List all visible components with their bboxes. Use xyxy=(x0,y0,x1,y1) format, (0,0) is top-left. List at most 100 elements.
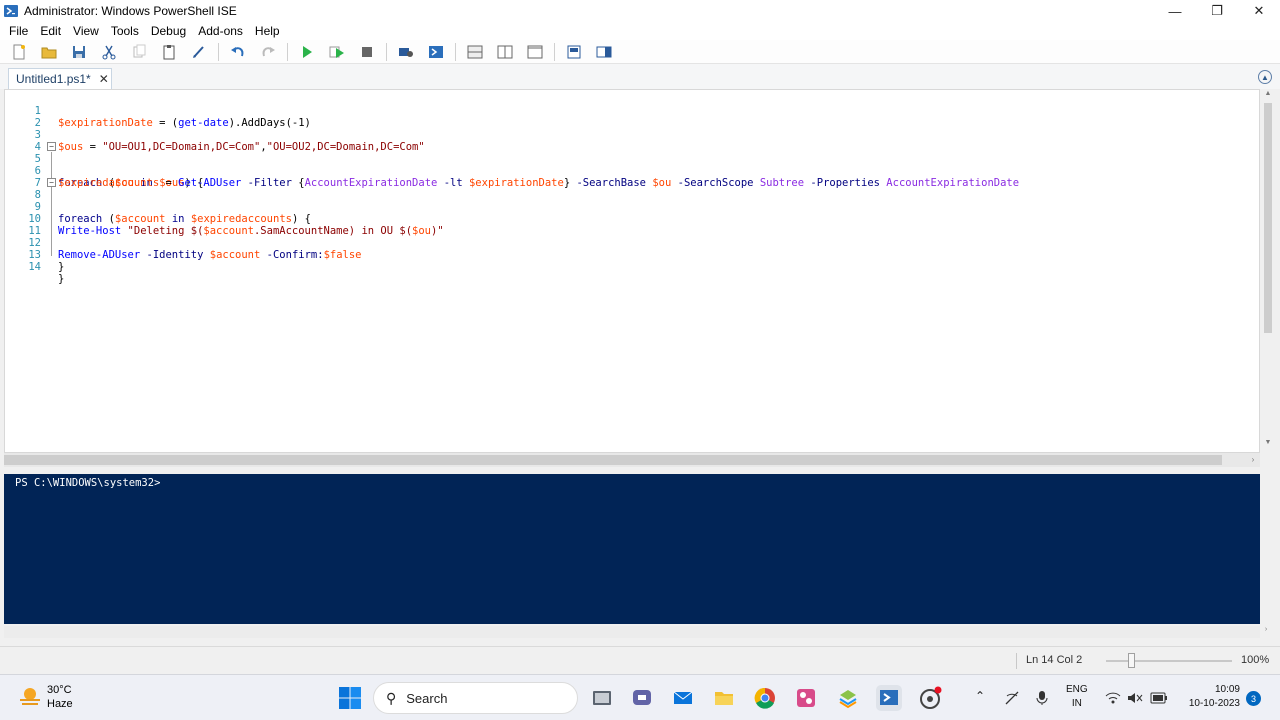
layout-max-icon[interactable] xyxy=(524,42,546,62)
region-code: IN xyxy=(1071,698,1082,709)
menu-tools[interactable]: Tools xyxy=(105,24,145,38)
new-file-icon[interactable] xyxy=(8,42,30,62)
task-view-icon[interactable] xyxy=(589,685,615,711)
undo-icon[interactable] xyxy=(227,42,249,62)
tab-label: Untitled1.ps1* xyxy=(16,72,91,86)
windows-start-icon[interactable] xyxy=(338,686,362,710)
scroll-up-icon[interactable]: ▲ xyxy=(1261,90,1275,102)
clear-icon[interactable] xyxy=(188,42,210,62)
editor-horizontal-scrollbar[interactable]: › xyxy=(4,453,1260,467)
code-line: 8 − foreach ($account in $expiredaccount… xyxy=(5,177,1259,225)
toolbar-separator xyxy=(287,42,288,61)
collapse-region-icon[interactable]: − xyxy=(47,142,56,151)
zoom-slider-thumb[interactable] xyxy=(1127,653,1135,668)
system-clock[interactable]: 10:09 10-10-2023 xyxy=(1180,683,1240,711)
close-button[interactable]: ✕ xyxy=(1238,0,1280,22)
menu-bar: File Edit View Tools Debug Add-ons Help xyxy=(0,22,1280,40)
code-line: 1 $expirationDate = (get-date).AddDays(-… xyxy=(5,93,1259,129)
weather-condition: Haze xyxy=(47,698,73,710)
toolbar-separator xyxy=(455,42,456,61)
run-script-icon[interactable] xyxy=(296,42,318,62)
paste-icon[interactable] xyxy=(158,42,180,62)
toolbar-separator xyxy=(554,42,555,61)
line-number: 14 xyxy=(28,261,41,273)
window-title: Administrator: Windows PowerShell ISE xyxy=(24,4,237,18)
code-line: 5 − foreach ($ou in $ous) { xyxy=(5,141,1259,189)
console-vertical-scrollbar[interactable] xyxy=(1261,474,1275,624)
tab-close-icon[interactable]: ✕ xyxy=(99,72,109,86)
scroll-right-icon[interactable]: › xyxy=(1260,626,1272,638)
show-commands-icon[interactable] xyxy=(593,42,615,62)
layout-right-icon[interactable] xyxy=(494,42,516,62)
stop-icon[interactable] xyxy=(356,42,378,62)
menu-edit[interactable]: Edit xyxy=(34,24,67,38)
code-line: 6 $expiredaccounts = Get-ADUser -Filter … xyxy=(5,153,1259,189)
bluestacks-icon[interactable] xyxy=(835,685,861,711)
code-line: 11 xyxy=(5,213,1259,237)
code-line: 3 $ous = "OU=OU1,DC=Domain,DC=Com","OU=O… xyxy=(5,117,1259,153)
mail-icon[interactable] xyxy=(670,685,696,711)
chevron-up-icon[interactable]: ▲ xyxy=(1258,70,1272,84)
console-horizontal-scrollbar[interactable]: › xyxy=(4,626,1267,638)
scroll-down-icon[interactable]: ▼ xyxy=(1261,439,1275,451)
code-line: 4 xyxy=(5,129,1259,153)
code-line: 7 xyxy=(5,165,1259,189)
layout-top-icon[interactable] xyxy=(464,42,486,62)
maximize-button[interactable]: ❐ xyxy=(1196,0,1238,22)
run-selection-icon[interactable] xyxy=(326,42,348,62)
menu-add-ons[interactable]: Add-ons xyxy=(192,24,249,38)
menu-help[interactable]: Help xyxy=(249,24,286,38)
menu-file[interactable]: File xyxy=(3,24,34,38)
redo-icon[interactable] xyxy=(257,42,279,62)
show-script-pane-icon[interactable] xyxy=(563,42,585,62)
code-line: 14 } xyxy=(5,249,1259,285)
notification-badge[interactable]: 3 xyxy=(1246,691,1261,706)
cut-icon[interactable] xyxy=(98,42,120,62)
clock-time: 10:09 xyxy=(1214,684,1240,695)
scrollbar-thumb[interactable] xyxy=(1264,103,1272,333)
search-icon: ⚲ xyxy=(386,689,397,706)
save-icon[interactable] xyxy=(68,42,90,62)
scrollbar-thumb[interactable] xyxy=(4,455,1222,465)
status-bar: Ln 14 Col 2 100% xyxy=(0,646,1280,674)
code-line: 9 xyxy=(5,189,1259,213)
script-editor[interactable]: 1 $expirationDate = (get-date).AddDays(-… xyxy=(4,89,1260,453)
network-disconnected-icon[interactable] xyxy=(1004,690,1020,706)
windows-taskbar: 30°C Haze ⚲ Search ⌃ ENG IN 10:09 10-10-… xyxy=(0,674,1280,720)
toolbar-separator xyxy=(218,42,219,61)
show-hidden-icons-icon[interactable]: ⌃ xyxy=(975,689,985,703)
menu-view[interactable]: View xyxy=(67,24,105,38)
minimize-button[interactable]: — xyxy=(1154,0,1196,22)
battery-icon[interactable] xyxy=(1150,692,1168,704)
recorder-icon[interactable] xyxy=(917,685,943,711)
console-pane[interactable]: PS C:\WINDOWS\system32> xyxy=(4,474,1260,624)
scroll-right-icon[interactable]: › xyxy=(1246,453,1260,467)
open-folder-icon[interactable] xyxy=(38,42,60,62)
powershell-ise-taskbar-icon[interactable] xyxy=(876,685,902,711)
zoom-slider-track[interactable] xyxy=(1106,660,1232,662)
collapse-region-icon[interactable]: − xyxy=(47,178,56,187)
code-line: 12 Remove-ADUser -Identity $account -Con… xyxy=(5,225,1259,261)
file-explorer-icon[interactable] xyxy=(711,685,737,711)
copy-icon[interactable] xyxy=(128,42,150,62)
editor-vertical-scrollbar[interactable]: ▲ ▼ xyxy=(1261,89,1275,453)
tab-untitled1[interactable]: Untitled1.ps1* ✕ xyxy=(8,68,112,89)
toolbar xyxy=(0,40,1280,64)
taskbar-search[interactable]: ⚲ Search xyxy=(373,682,578,714)
weather-widget[interactable]: 30°C Haze xyxy=(18,683,73,711)
volume-muted-icon[interactable] xyxy=(1127,691,1143,705)
start-powershell-icon[interactable] xyxy=(425,42,447,62)
new-remote-tab-icon[interactable] xyxy=(395,42,417,62)
menu-debug[interactable]: Debug xyxy=(145,24,192,38)
script-tab-strip: Untitled1.ps1* ✕ ▲ xyxy=(0,64,1280,89)
store-app-icon[interactable] xyxy=(793,685,819,711)
console-prompt: PS C:\WINDOWS\system32> xyxy=(15,477,161,489)
search-label: Search xyxy=(406,690,448,706)
microphone-icon[interactable] xyxy=(1035,690,1049,706)
chrome-icon[interactable] xyxy=(752,685,778,711)
weather-temperature: 30°C xyxy=(47,684,72,696)
wifi-icon[interactable] xyxy=(1105,691,1121,705)
input-language[interactable]: ENG IN xyxy=(1066,683,1088,711)
teams-chat-icon[interactable] xyxy=(629,685,655,711)
powershell-ise-icon xyxy=(4,5,18,17)
